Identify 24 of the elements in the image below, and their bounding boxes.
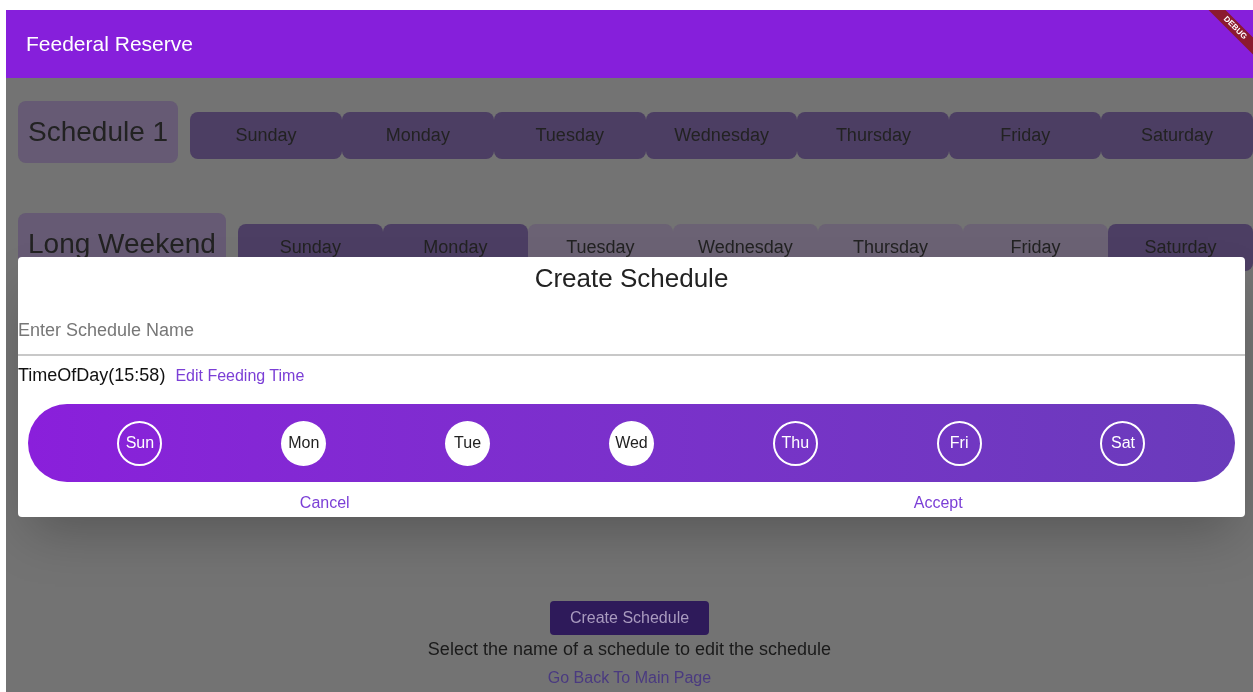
dialog-button[interactable]: Cancel — [299, 491, 350, 515]
day-toggle[interactable]: Tue — [445, 420, 491, 466]
day-chip[interactable]: Sunday — [190, 111, 342, 159]
hint-text: Select the name of a schedule to edit the schedule — [427, 638, 832, 661]
day-toggle[interactable]: Fri — [936, 420, 982, 466]
app-title: Feederal Reserve — [26, 31, 193, 58]
day-chip[interactable]: Thursday — [797, 111, 950, 159]
day-chip[interactable]: Friday — [949, 111, 1102, 159]
day-chip[interactable]: Tuesday — [493, 111, 646, 159]
schedule-name-field[interactable]: Enter Schedule Name — [18, 306, 1245, 356]
day-chip[interactable]: Monday — [341, 111, 494, 159]
day-toggle[interactable]: Wed — [608, 420, 654, 466]
schedule-name[interactable]: Schedule 1 — [18, 101, 179, 163]
time-text: TimeOfDay(15:58) — [18, 364, 166, 387]
day-toggle[interactable]: Mon — [281, 420, 327, 466]
day-chip[interactable]: Wednesday — [645, 111, 798, 159]
back-link[interactable]: Go Back To Main Page — [547, 666, 712, 690]
edit-time-link[interactable]: Edit Feeding Time — [175, 363, 305, 388]
create-schedule-button[interactable]: Create Schedule — [549, 601, 710, 635]
day-chip[interactable]: Saturday — [1101, 111, 1253, 159]
day-toggle[interactable]: Sat — [1100, 420, 1146, 466]
dialog-button[interactable]: Accept — [913, 491, 963, 515]
day-toggle[interactable]: Sun — [117, 420, 163, 466]
day-toggle[interactable]: Thu — [772, 420, 818, 466]
